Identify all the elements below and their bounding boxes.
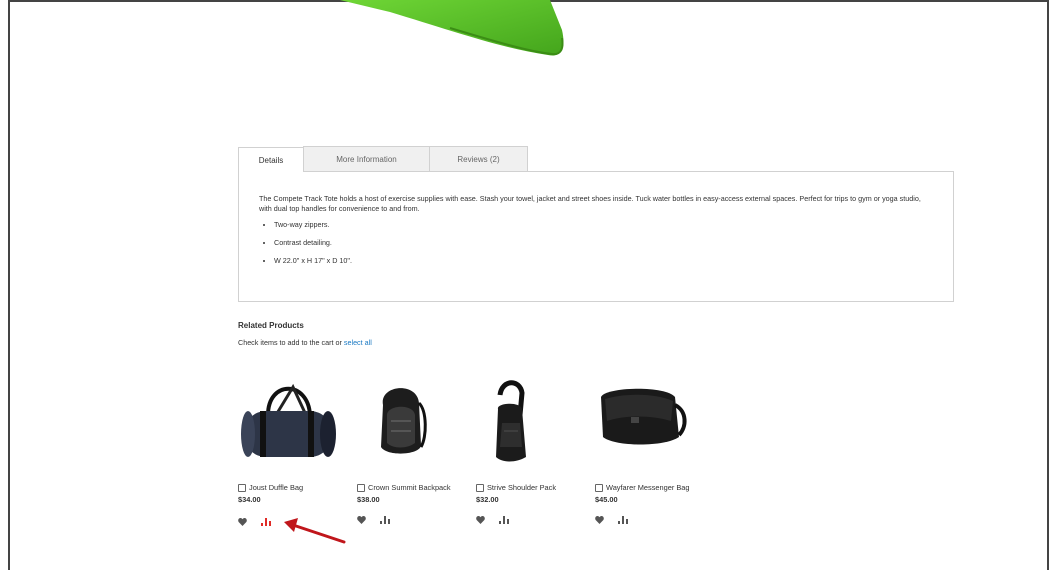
related-product-card: Joust Duffle Bag $34.00 [238, 375, 348, 526]
add-to-cart-checkbox[interactable] [357, 484, 365, 492]
product-name-row: Strive Shoulder Pack [476, 483, 586, 492]
wishlist-heart-icon[interactable] [357, 516, 366, 524]
tab-reviews[interactable]: Reviews (2) [429, 146, 528, 171]
product-name[interactable]: Crown Summit Backpack [368, 483, 451, 492]
wishlist-heart-icon[interactable] [476, 516, 485, 524]
product-actions [595, 516, 705, 524]
product-actions [476, 516, 586, 524]
related-product-card: Wayfarer Messenger Bag $45.00 [595, 375, 705, 524]
compare-chart-icon[interactable] [261, 518, 271, 526]
duffle-bag-image[interactable] [238, 375, 348, 470]
related-product-card: Strive Shoulder Pack $32.00 [476, 375, 586, 524]
product-actions [357, 516, 467, 524]
tab-more-information[interactable]: More Information [303, 146, 430, 171]
shoulder-pack-image[interactable] [476, 375, 586, 470]
window-border-left [8, 0, 10, 570]
related-products-title: Related Products [238, 321, 304, 330]
add-to-cart-checkbox[interactable] [595, 484, 603, 492]
messenger-bag-image[interactable] [595, 375, 705, 470]
compare-chart-icon[interactable] [499, 516, 509, 524]
product-name-row: Crown Summit Backpack [357, 483, 467, 492]
product-main-image [340, 0, 564, 56]
product-price: $38.00 [357, 495, 380, 504]
compare-chart-icon[interactable] [380, 516, 390, 524]
details-panel: The Compete Track Tote holds a host of e… [238, 171, 954, 302]
wishlist-heart-icon[interactable] [595, 516, 604, 524]
product-name[interactable]: Wayfarer Messenger Bag [606, 483, 690, 492]
tab-details[interactable]: Details [238, 147, 304, 172]
product-price: $34.00 [238, 495, 261, 504]
feature-list: Two-way zippers. Contrast detailing. W 2… [259, 220, 933, 266]
product-name[interactable]: Strive Shoulder Pack [487, 483, 556, 492]
product-price: $45.00 [595, 495, 618, 504]
add-to-cart-checkbox[interactable] [238, 484, 246, 492]
backpack-image[interactable] [357, 375, 467, 470]
wishlist-heart-icon[interactable] [238, 518, 247, 526]
product-info-tabs: Details More Information Reviews (2) The… [238, 146, 954, 302]
compare-chart-icon[interactable] [618, 516, 628, 524]
select-all-link[interactable]: select all [344, 338, 372, 347]
product-name-row: Wayfarer Messenger Bag [595, 483, 705, 492]
feature-item: Contrast detailing. [274, 238, 933, 248]
product-price: $32.00 [476, 495, 499, 504]
product-name-row: Joust Duffle Bag [238, 483, 348, 492]
annotation-arrow-icon [284, 518, 346, 544]
feature-item: Two-way zippers. [274, 220, 933, 230]
product-name[interactable]: Joust Duffle Bag [249, 483, 303, 492]
tab-list: Details More Information Reviews (2) [238, 146, 954, 172]
feature-item: W 22.0" x H 17" x D 10". [274, 256, 933, 266]
related-products-hint: Check items to add to the cart or select… [238, 338, 372, 347]
related-product-card: Crown Summit Backpack $38.00 [357, 375, 467, 524]
hint-text: Check items to add to the cart or [238, 338, 342, 347]
product-description: The Compete Track Tote holds a host of e… [259, 194, 921, 213]
add-to-cart-checkbox[interactable] [476, 484, 484, 492]
